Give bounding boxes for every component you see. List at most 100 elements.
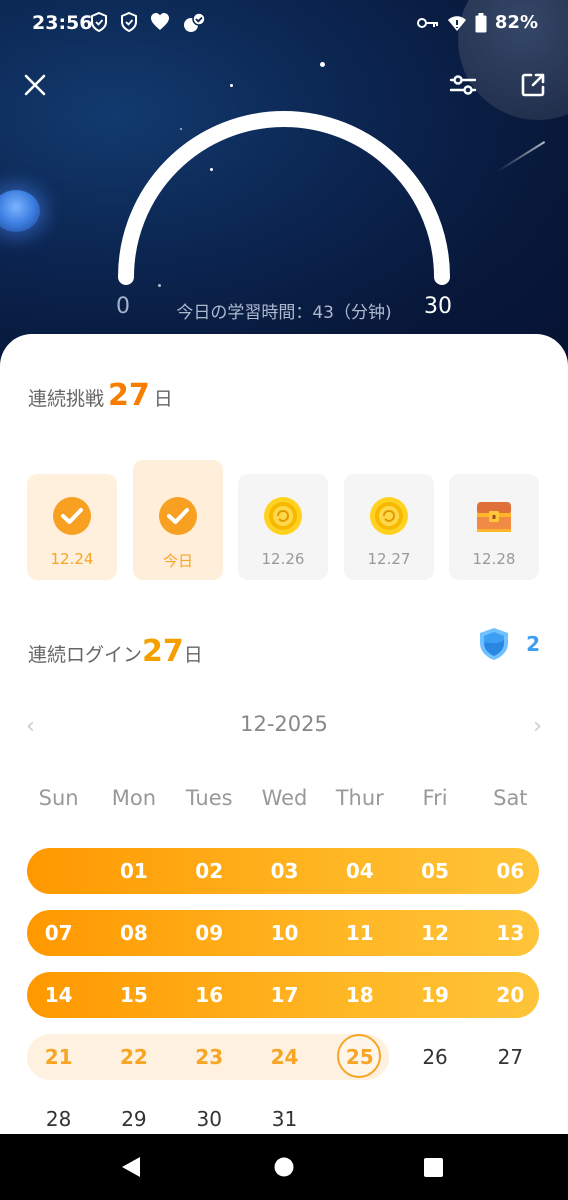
star-decoration [320,62,325,67]
calendar-day[interactable]: 19 [397,972,472,1018]
calendar-day[interactable]: 13 [473,910,548,956]
study-time-caption: 今日の学習時間：43（分钟) [176,303,392,323]
calendar-day[interactable]: 27 [473,1034,548,1080]
treasure-chest-icon [477,502,511,532]
streak-days-row: 12.24 今日 12.26 12.27 12.28 [27,460,542,586]
settings-button[interactable] [446,68,480,102]
system-navigation-bar [0,1134,568,1200]
battery-percentage: 82% [494,12,538,33]
battery-icon [475,12,487,32]
calendar-week: 01 02 03 04 05 06 [21,848,548,894]
calendar-day[interactable]: 24 [247,1034,322,1080]
calendar-day[interactable] [21,848,96,894]
calendar-day[interactable]: 08 [96,910,171,956]
calendar-day[interactable]: 29 [96,1096,171,1142]
calendar-day[interactable]: 12 [397,910,472,956]
calendar-day[interactable]: 21 [21,1034,96,1080]
login-streak-title: 連続ログイン27日 [28,634,203,669]
calendar-day[interactable]: 30 [172,1096,247,1142]
streak-day-label: 12.26 [261,550,305,568]
month-navigator: ‹ 12-2025 › [0,712,568,746]
streak-day-card[interactable]: 12.28 [449,474,539,580]
coin-icon [370,497,408,535]
external-link-icon [521,73,545,97]
login-streak-count: 27 [142,634,184,669]
vpn-icon [184,12,206,32]
calendar-day[interactable]: 10 [247,910,322,956]
calendar-day[interactable]: 01 [96,848,171,894]
wifi-signal-icon [447,15,466,31]
challenge-streak-label: 連続挑戦 [28,388,105,410]
calendar-day[interactable]: 20 [473,972,548,1018]
calendar-day[interactable]: 07 [21,910,96,956]
shield-status-icon [91,12,107,32]
calendar-day[interactable]: 04 [322,848,397,894]
streak-day-card[interactable]: 12.24 [27,474,117,580]
calendar-day[interactable] [397,1096,472,1142]
weekday-header: Sun Mon Tues Wed Thur Fri Sat [21,786,548,816]
gauge-progress-arc [118,111,450,285]
sliders-icon [449,75,477,95]
streak-day-label: 12.24 [50,550,94,568]
today-day-number: 25 [345,1045,374,1069]
weekday-label: Wed [261,786,308,810]
status-time: 23:56 [32,12,93,34]
hero-space-background: 23:56 82% 0 30 今日の学習時間：43（分钟) [0,0,568,380]
calendar-day[interactable]: 23 [172,1034,247,1080]
calendar-day[interactable]: 17 [247,972,322,1018]
challenge-streak-count: 27 [108,378,150,413]
home-icon[interactable] [274,1157,294,1177]
login-streak-label: 連続ログイン [28,644,143,666]
calendar-day-today[interactable]: 25 [322,1034,397,1080]
weekday-label: Thur [335,786,384,810]
calendar-day[interactable]: 18 [322,972,397,1018]
calendar-day[interactable]: 11 [322,910,397,956]
star-decoration [230,84,233,87]
streak-day-card[interactable]: 12.26 [238,474,328,580]
coin-icon [264,497,302,535]
calendar-day[interactable]: 22 [96,1034,171,1080]
shield-icon [480,628,509,660]
calendar-day[interactable]: 15 [96,972,171,1018]
calendar-day[interactable]: 06 [473,848,548,894]
calendar-day[interactable]: 31 [247,1096,322,1142]
calendar-day[interactable]: 16 [172,972,247,1018]
recents-icon[interactable] [424,1158,443,1177]
calendar-day[interactable]: 14 [21,972,96,1018]
month-label: 12-2025 [240,712,328,736]
next-month-button[interactable]: › [533,714,542,739]
weekday-label: Sun [38,786,79,810]
streak-shield[interactable]: 2 [476,626,540,662]
key-icon [416,17,438,28]
close-button[interactable] [18,68,52,102]
weekday-label: Fri [422,786,448,810]
challenge-streak-unit: 日 [153,388,173,410]
close-icon [24,74,46,96]
calendar-day[interactable]: 28 [21,1096,96,1142]
streak-day-label: 今日 [162,552,193,570]
login-streak-unit: 日 [183,644,203,666]
streak-day-card-today[interactable]: 今日 [133,460,223,580]
back-icon[interactable] [120,1156,142,1178]
calendar-week: 28 29 30 31 [21,1096,548,1142]
shield-count: 2 [526,632,540,656]
calendar-day[interactable]: 26 [397,1034,472,1080]
streak-day-label: 12.28 [472,550,516,568]
calendar-day[interactable]: 09 [172,910,247,956]
calendar-day[interactable]: 02 [172,848,247,894]
calendar-day[interactable] [322,1096,397,1142]
weekday-label: Sat [493,786,528,810]
calendar-week: 21 22 23 24 25 26 27 [21,1034,548,1080]
challenge-streak-title: 連続挑戦 27 日 [28,378,173,413]
calendar-day[interactable]: 03 [247,848,322,894]
study-time-gauge [118,111,450,285]
share-button[interactable] [516,68,550,102]
check-circle-icon [159,497,197,535]
shield-status-icon [121,12,137,32]
streak-day-card[interactable]: 12.27 [344,474,434,580]
status-bar: 23:56 82% [0,0,568,48]
calendar-day[interactable]: 05 [397,848,472,894]
streak-day-label: 12.27 [367,550,411,568]
heart-icon [151,13,169,30]
calendar-day[interactable] [473,1096,548,1142]
